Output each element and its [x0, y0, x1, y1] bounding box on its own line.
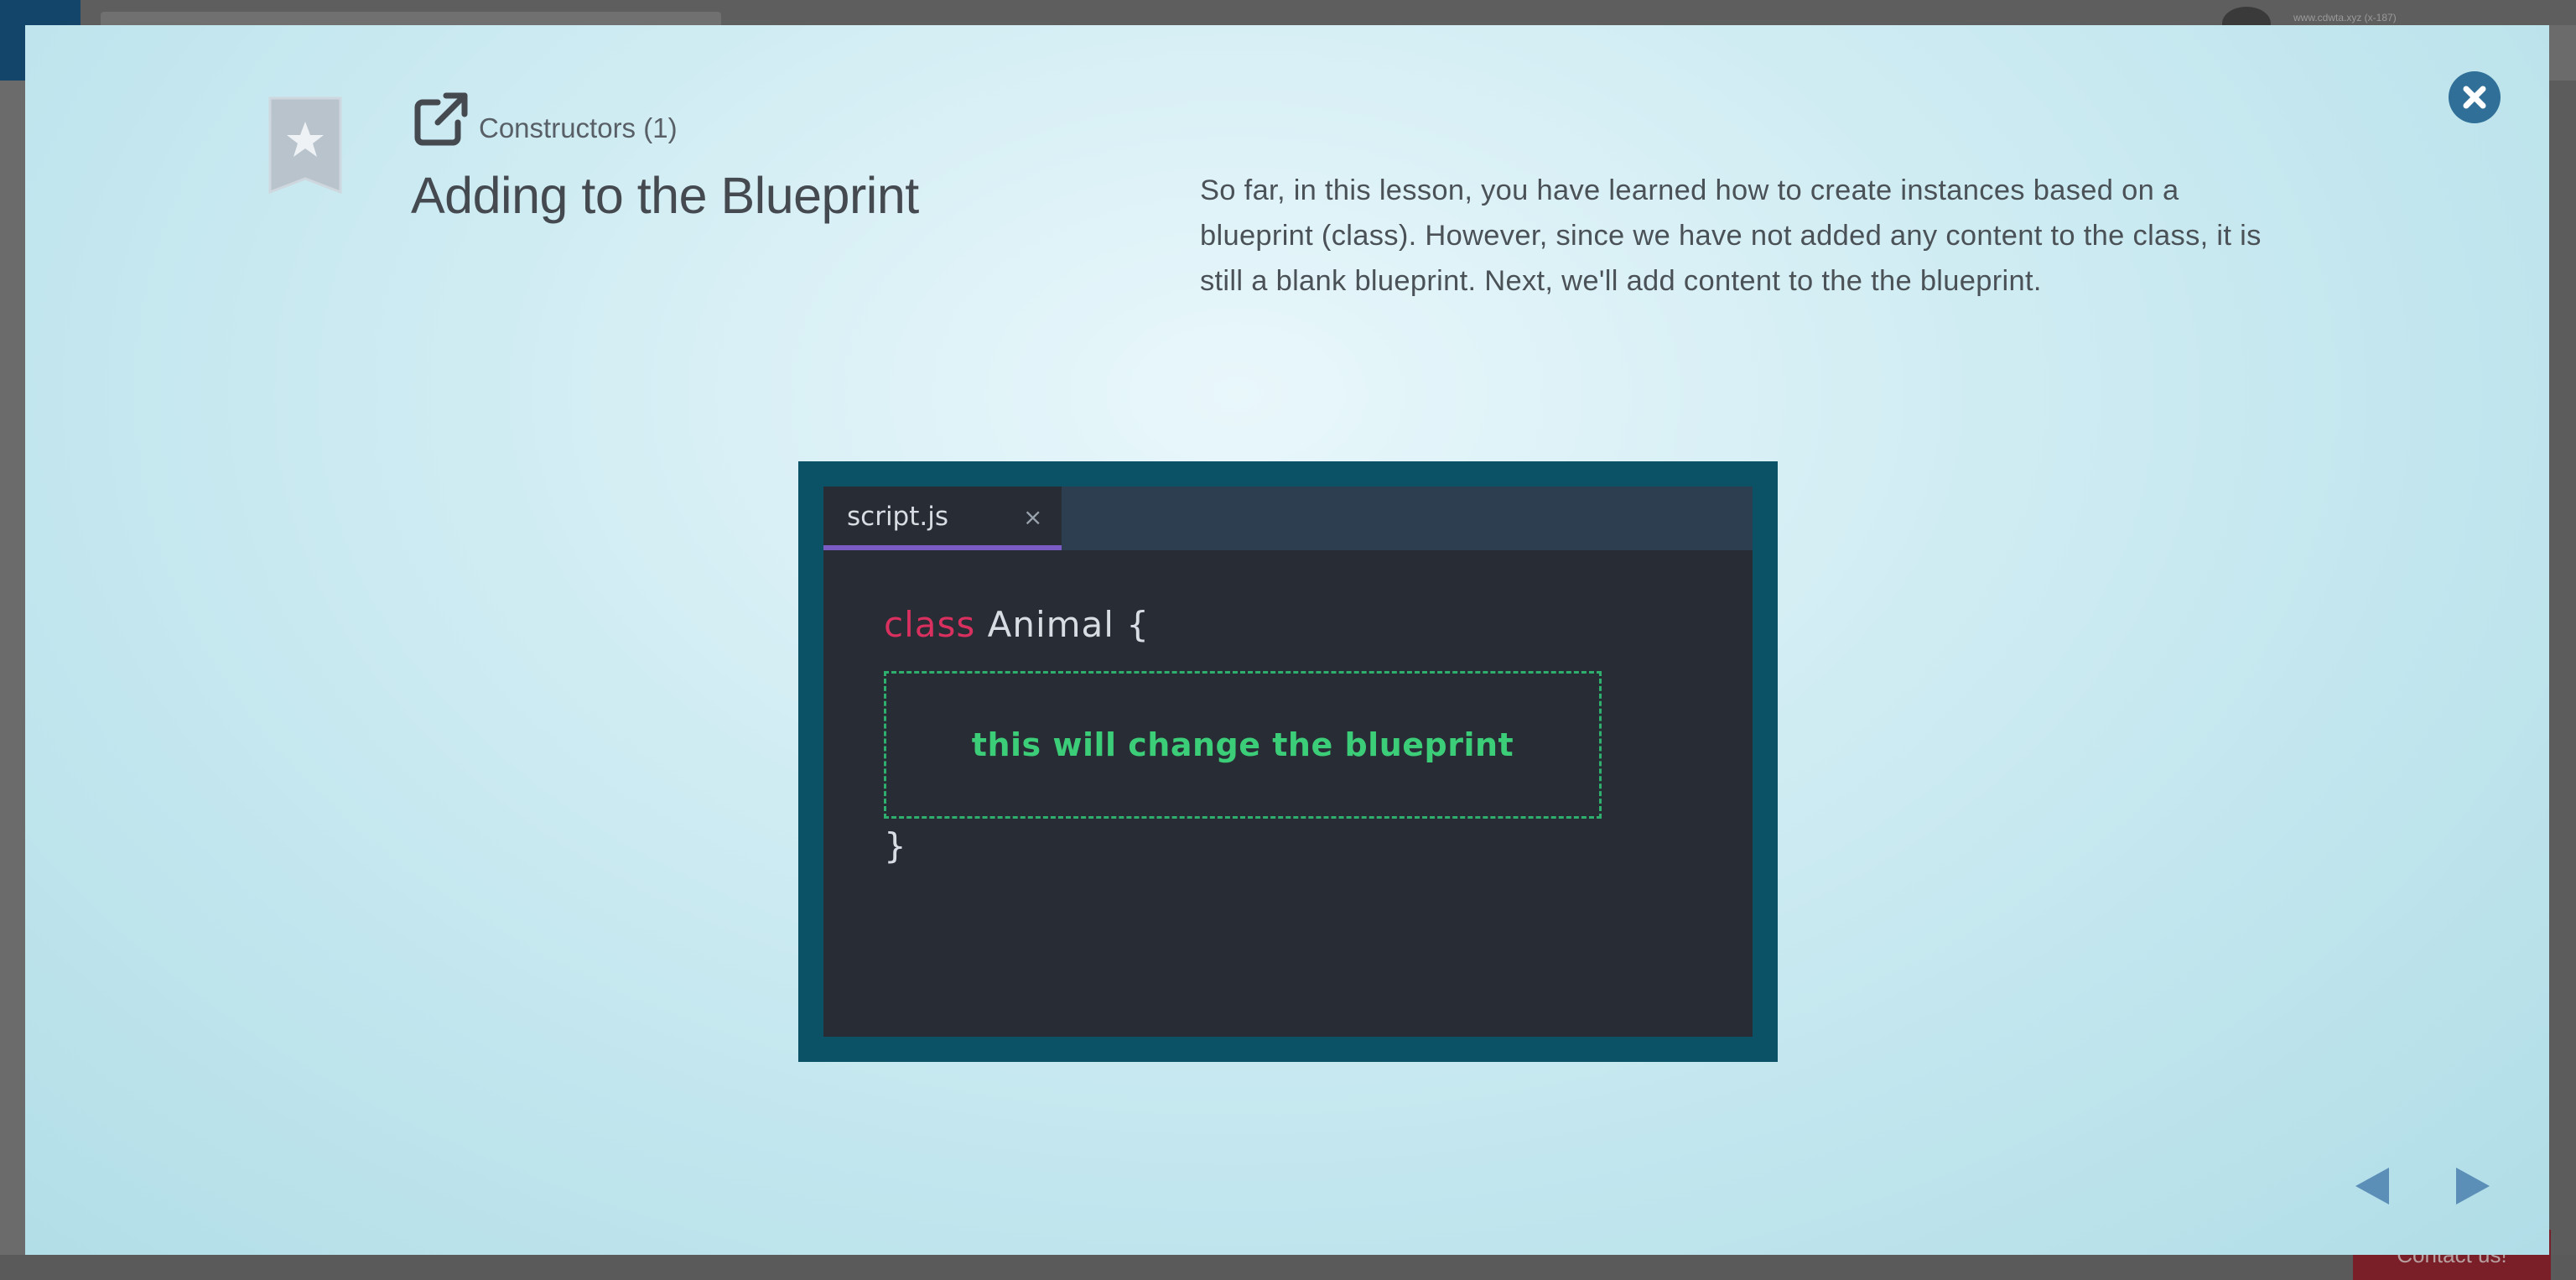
background-user-label: www.cdwta.xyz (x-187) — [2293, 12, 2397, 23]
arrow-right-icon — [2456, 1168, 2490, 1205]
code-keyword: class — [884, 604, 976, 645]
code-illustration: script.js × class Animal { this will cha… — [798, 461, 1778, 1062]
page-title: Adding to the Blueprint — [411, 167, 919, 224]
previous-slide-button[interactable] — [2350, 1164, 2394, 1208]
code-placeholder-box: this will change the blueprint — [884, 671, 1602, 819]
code-placeholder-text: this will change the blueprint — [971, 726, 1514, 763]
breadcrumb: Constructors (1) — [479, 112, 678, 143]
background-bottom-bar — [0, 1255, 2576, 1280]
lesson-description: So far, in this lesson, you have learned… — [1200, 174, 2262, 297]
background-scrollbar — [2549, 81, 2576, 1255]
code-editor: script.js × class Animal { this will cha… — [823, 487, 1753, 1037]
tab-script-js: script.js × — [823, 487, 1062, 550]
code-class-name: Animal { — [975, 604, 1150, 645]
star-bookmark-icon[interactable] — [268, 96, 342, 195]
external-link-icon[interactable] — [413, 91, 470, 148]
tab-close-icon: × — [1023, 503, 1043, 531]
next-slide-button[interactable] — [2451, 1164, 2495, 1208]
lesson-modal: Constructors (1) Adding to the Blueprint… — [25, 25, 2549, 1255]
code-line-class-declaration: class Animal { — [884, 604, 1150, 645]
close-button[interactable] — [2449, 71, 2501, 123]
close-icon — [2463, 86, 2486, 109]
editor-tab-bar: script.js × — [823, 487, 1753, 550]
tab-label: script.js — [847, 502, 949, 532]
arrow-left-icon — [2355, 1168, 2389, 1205]
code-closing-brace: } — [884, 825, 906, 866]
